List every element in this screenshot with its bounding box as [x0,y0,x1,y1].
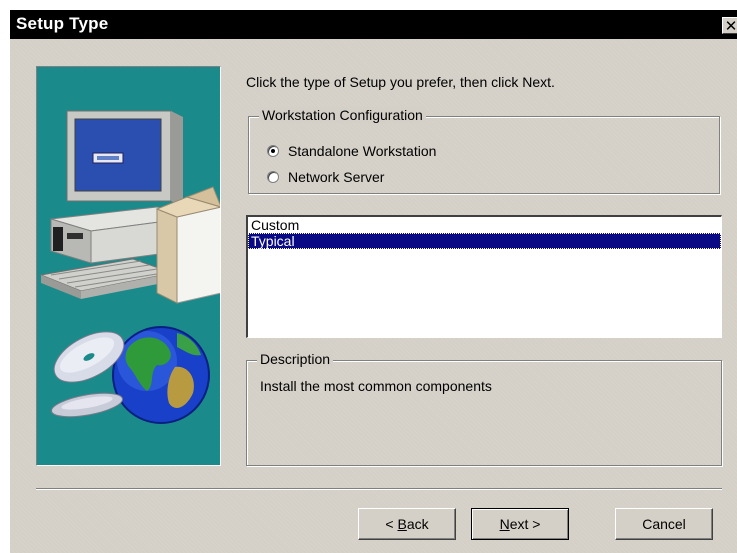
radio-button[interactable] [267,145,279,157]
next-label-rest: ext > [509,516,541,532]
radio-label: Network Server [288,169,385,185]
radio-button[interactable] [267,171,279,183]
next-button[interactable]: Next > [471,508,569,540]
back-accel-key: B [397,516,407,532]
setup-type-dialog: Setup Type ✕ Click the type of Setup you… [10,10,737,553]
instruction-text: Click the type of Setup you prefer, then… [246,74,555,90]
group-legend: Workstation Configuration [259,107,426,123]
computer-icon [39,110,220,304]
list-item-typical[interactable]: Typical [248,233,721,249]
list-item-custom[interactable]: Custom [248,217,721,233]
back-button[interactable]: < Back [358,508,456,540]
globe-icon [112,326,210,424]
close-icon: ✕ [724,17,737,35]
description-text: Install the most common components [260,378,492,394]
window-title: Setup Type [16,14,109,33]
back-label-rest: ack [406,516,429,532]
setup-illustration [36,66,221,466]
cancel-label: Cancel [642,516,686,532]
description-group: Description Install the most common comp… [246,351,722,466]
cancel-button[interactable]: Cancel [615,508,713,540]
radio-standalone-workstation[interactable]: Standalone Workstation [267,141,436,161]
divider [36,488,722,490]
group-legend: Description [257,351,334,367]
workstation-configuration-group: Workstation Configuration Standalone Wor… [248,107,720,194]
radio-label: Standalone Workstation [288,143,437,159]
back-label-prefix: < [385,516,398,532]
next-accel-key: N [499,516,510,532]
title-bar[interactable]: Setup Type ✕ [10,10,737,39]
close-button[interactable]: ✕ [722,17,737,34]
setup-type-listbox[interactable]: Custom Typical [246,215,722,338]
radio-network-server[interactable]: Network Server [267,167,384,187]
